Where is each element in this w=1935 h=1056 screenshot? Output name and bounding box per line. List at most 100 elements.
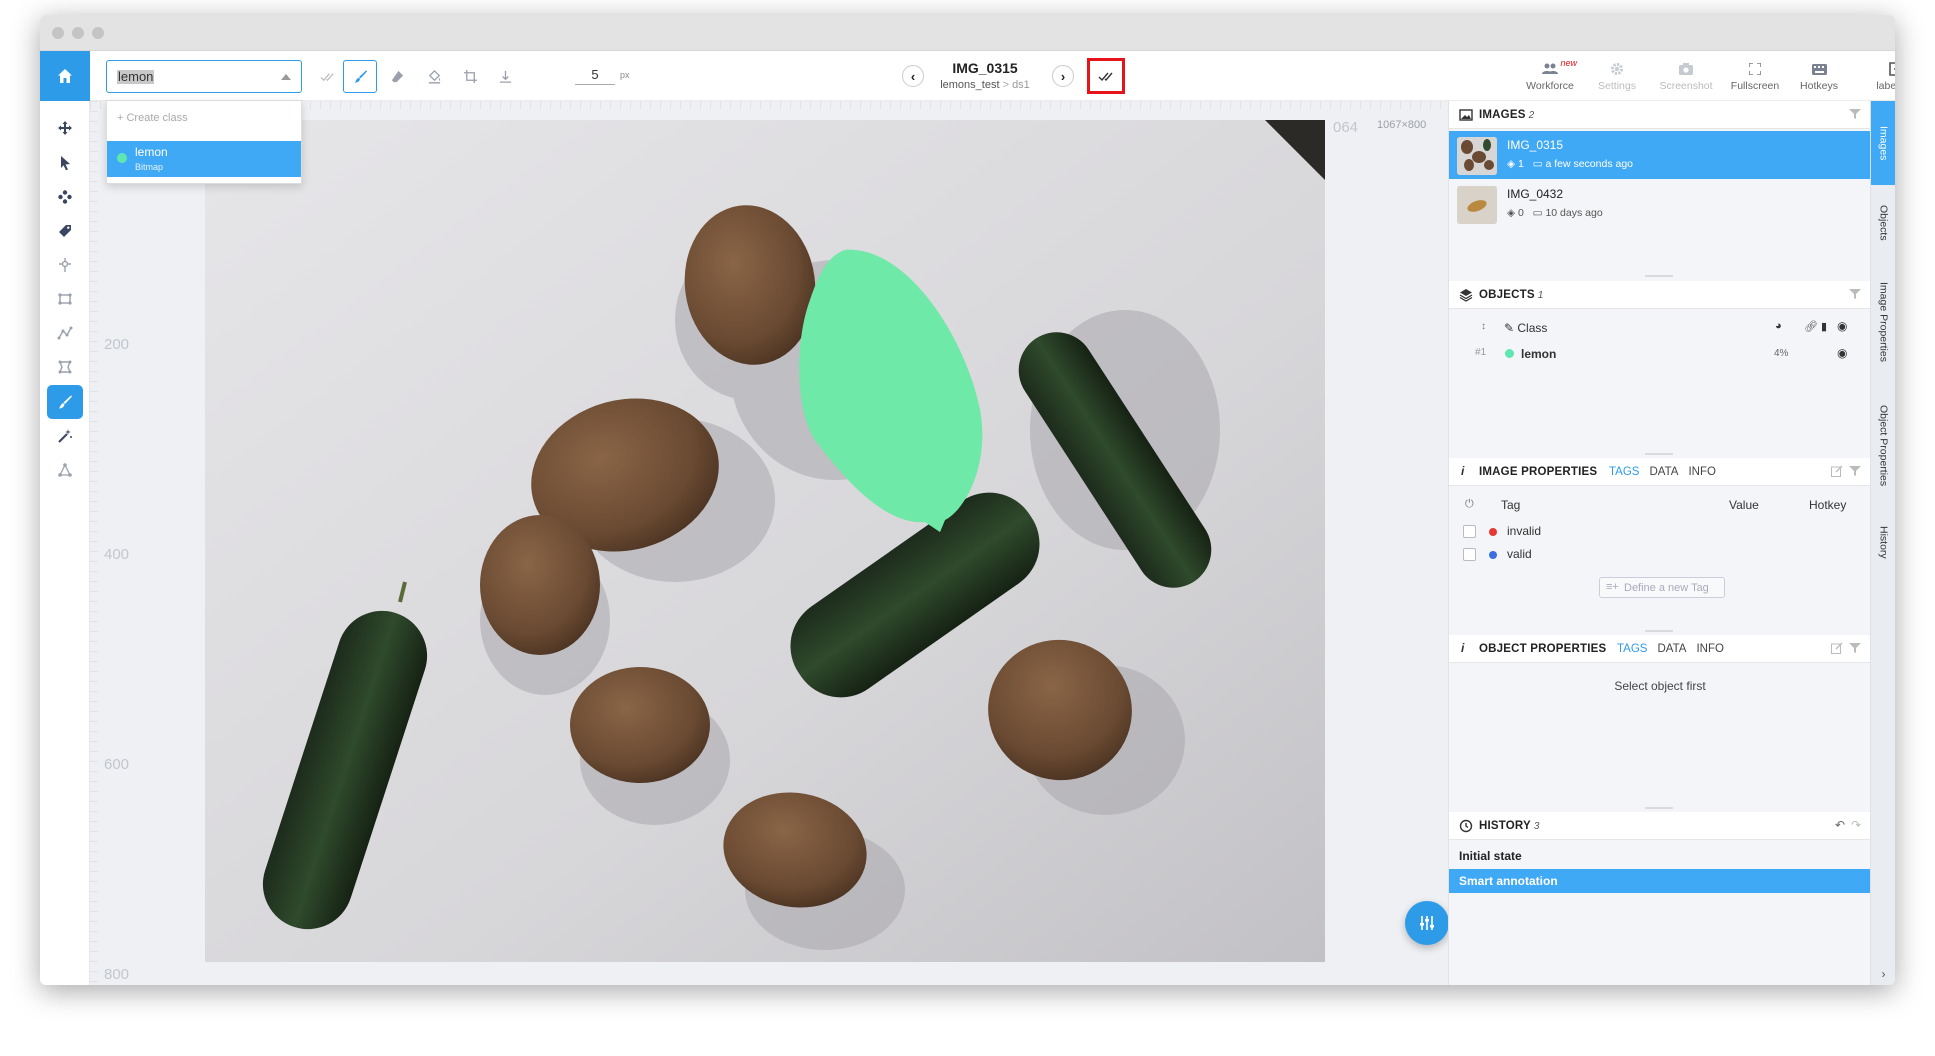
window-zoom-button[interactable] [92, 27, 104, 39]
graph-tool-button[interactable] [47, 453, 83, 487]
pan-tool-button[interactable] [47, 111, 83, 145]
vtab-images[interactable]: Images [1871, 101, 1895, 185]
resize-handle[interactable] [1645, 453, 1673, 455]
collapse-panel-button[interactable]: › [1871, 967, 1895, 981]
brush-mode-button[interactable] [343, 60, 377, 93]
tag-row[interactable]: valid [1449, 543, 1871, 565]
screenshot-button[interactable]: Screenshot [1651, 58, 1721, 98]
undo-icon[interactable]: ↶ [1835, 818, 1845, 832]
object-row[interactable]: #1 lemon 4% ◉ [1449, 343, 1871, 365]
vtab-object-properties[interactable]: Object Properties [1871, 385, 1895, 507]
tag-checkbox[interactable] [1463, 548, 1476, 561]
brush-size-input[interactable]: 5 [575, 66, 615, 85]
hotkeys-button[interactable]: Hotkeys [1784, 58, 1854, 98]
crop-button[interactable] [453, 60, 487, 93]
create-class-option[interactable]: + Create class [107, 101, 301, 137]
history-count: 3 [1533, 821, 1540, 832]
next-image-button[interactable]: › [1052, 65, 1074, 87]
trash-icon[interactable]: ▮ [1821, 320, 1827, 333]
add-list-icon: ≡+ [1606, 581, 1619, 593]
rectangle-icon [58, 293, 72, 305]
annotation-canvas[interactable]: 200 400 600 800 064 1067×800 [90, 101, 1485, 985]
breadcrumb: lemons_test > ds1 [920, 79, 1050, 91]
hotkey-column-header: Hotkey [1809, 498, 1847, 512]
filter-icon[interactable] [1849, 642, 1861, 654]
window-minimize-button[interactable] [72, 27, 84, 39]
define-tag-button[interactable]: ≡+ Define a new Tag [1599, 577, 1725, 598]
y-ruler-label: 600 [104, 756, 130, 773]
object-area: 4% [1774, 348, 1789, 359]
adjust-settings-button[interactable] [1405, 901, 1449, 945]
points-tool-button[interactable] [47, 180, 83, 214]
eye-icon[interactable]: ◉ [1837, 319, 1847, 333]
settings-button[interactable]: Settings [1582, 58, 1652, 98]
class-column-header[interactable]: ✎ Class [1504, 321, 1547, 335]
history-item[interactable]: Initial state [1449, 844, 1871, 868]
image-time: 10 days ago [1545, 207, 1603, 219]
sort-icon[interactable]: ↕ [1481, 321, 1486, 332]
right-panel: IMAGES 2 IMG_0315 ◈ 1 ▭ a few seconds ago… [1448, 101, 1871, 985]
tag-tool-button[interactable] [47, 214, 83, 248]
object-properties-title: OBJECT PROPERTIES [1479, 643, 1607, 655]
select-tool-button[interactable] [47, 146, 83, 180]
vtab-objects[interactable]: Objects [1871, 187, 1895, 259]
tab-data[interactable]: DATA [1649, 466, 1678, 478]
edit-icon[interactable] [1831, 642, 1843, 654]
fill-button[interactable] [417, 60, 451, 93]
y-ruler-label: 400 [104, 546, 130, 563]
image-list-item[interactable]: IMG_0315 ◈ 1 ▭ a few seconds ago [1449, 131, 1871, 179]
filter-icon[interactable] [1849, 288, 1861, 300]
workforce-button[interactable]: Workforce new [1515, 58, 1585, 98]
home-button[interactable] [40, 51, 90, 101]
tag-row[interactable]: invalid [1449, 520, 1871, 542]
filter-icon[interactable] [1849, 465, 1861, 477]
class-column-label: Class [1517, 321, 1548, 335]
polygon-tool-button[interactable] [47, 350, 83, 384]
align-bottom-icon [499, 70, 511, 83]
tag-checkbox[interactable] [1463, 525, 1476, 538]
rectangle-tool-button[interactable] [47, 282, 83, 316]
resize-handle[interactable] [1645, 807, 1673, 809]
objects-table-header: ↕ ✎ Class ◕ 🔗︎ ▮ ◉ [1449, 317, 1871, 339]
tab-tags[interactable]: TAGS [1617, 643, 1647, 655]
edit-icon[interactable] [1831, 465, 1843, 477]
point-tool-button[interactable] [47, 248, 83, 282]
tab-info[interactable]: INFO [1696, 643, 1723, 655]
image-name: IMG_0432 [1507, 187, 1564, 201]
tab-data[interactable]: DATA [1657, 643, 1686, 655]
resize-handle[interactable] [1645, 630, 1673, 632]
resize-handle[interactable] [1645, 275, 1673, 277]
tab-tags[interactable]: TAGS [1609, 466, 1639, 478]
smart-tool-button[interactable] [47, 419, 83, 453]
finish-annotation-button[interactable] [1087, 58, 1125, 94]
history-item[interactable]: Smart annotation [1449, 869, 1871, 893]
image-object-count: 1 [1518, 158, 1524, 170]
polyline-tool-button[interactable] [47, 316, 83, 350]
polygon-icon [58, 360, 72, 374]
align-bottom-button[interactable] [488, 60, 522, 93]
fullscreen-button[interactable]: Fullscreen [1720, 58, 1790, 98]
vtab-image-properties[interactable]: Image Properties [1871, 261, 1895, 383]
ruler-left [90, 101, 98, 985]
vtab-history[interactable]: History [1871, 509, 1895, 575]
class-option-lemon[interactable]: lemon Bitmap [107, 141, 301, 177]
confirm-tool-button[interactable] [310, 60, 344, 93]
filter-icon[interactable] [1849, 108, 1861, 120]
annotated-image[interactable] [205, 120, 1325, 962]
brush-tool-button[interactable] [47, 385, 83, 419]
eye-icon[interactable]: ◉ [1837, 346, 1847, 360]
breadcrumb-project[interactable]: lemons_test [940, 79, 999, 91]
link-icon[interactable]: 🔗︎ [1804, 320, 1818, 333]
tab-info[interactable]: INFO [1688, 466, 1715, 478]
redo-icon[interactable]: ↷ [1851, 818, 1861, 832]
breadcrumb-dataset[interactable]: ds1 [1012, 79, 1030, 91]
image-list-item[interactable]: IMG_0432 ◈ 0 ▭ 10 days ago [1449, 180, 1871, 228]
image-time: a few seconds ago [1545, 158, 1634, 170]
class-select[interactable]: lemon [106, 60, 302, 93]
objects-title: OBJECTS [1479, 289, 1535, 301]
images-title: IMAGES [1479, 109, 1526, 121]
window-close-button[interactable] [52, 27, 64, 39]
user-menu-button[interactable]: labeler1 [1860, 58, 1895, 98]
eraser-button[interactable] [380, 60, 414, 93]
image-object-count: 0 [1518, 207, 1524, 219]
